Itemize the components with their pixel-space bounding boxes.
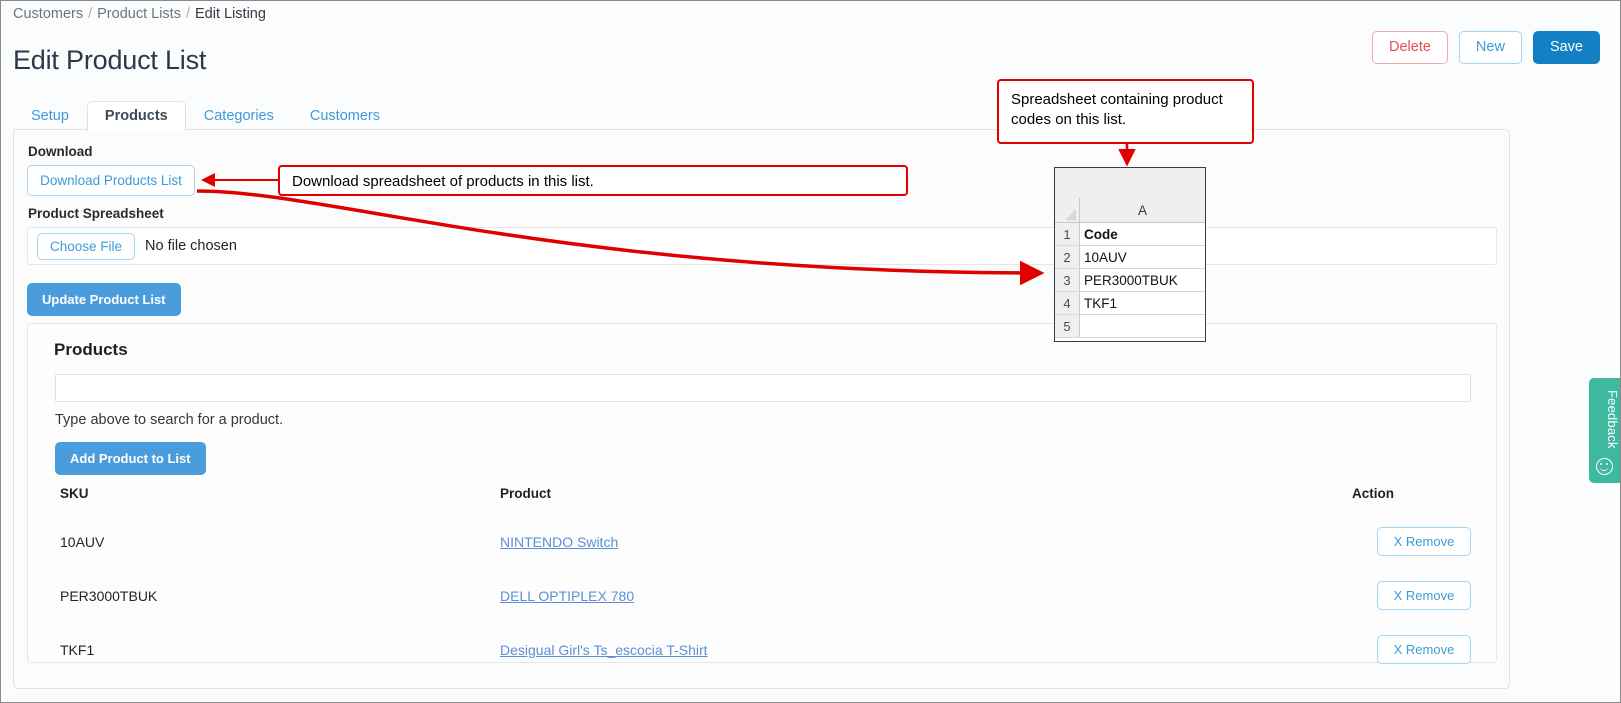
page-title: Edit Product List [13, 45, 206, 76]
column-header-a[interactable]: A [1080, 198, 1205, 222]
row-number[interactable]: 2 [1055, 246, 1080, 268]
spreadsheet-preview: A 1 Code 2 10AUV 3 PER3000TBUK 4 TKF1 5 [1054, 167, 1206, 342]
tab-products[interactable]: Products [87, 101, 186, 131]
breadcrumb: Customers / Product Lists / Edit Listing [13, 6, 266, 22]
new-button[interactable]: New [1459, 31, 1522, 64]
download-section-label: Download [28, 144, 93, 159]
cell-action: X Remove [1325, 515, 1471, 569]
row-number[interactable]: 1 [1055, 223, 1080, 245]
file-upload-field[interactable]: Choose File No file chosen [27, 227, 1497, 265]
breadcrumb-separator: / [186, 6, 190, 22]
tab-customers[interactable]: Customers [292, 101, 398, 131]
smiley-icon [1596, 458, 1613, 475]
table-row: 10AUV NINTENDO Switch X Remove [55, 515, 1471, 569]
breadcrumb-item-edit-listing: Edit Listing [195, 6, 266, 22]
row-number[interactable]: 4 [1055, 292, 1080, 314]
remove-product-button[interactable]: X Remove [1377, 635, 1471, 664]
remove-product-button[interactable]: X Remove [1377, 527, 1471, 556]
feedback-label: Feedback [1589, 385, 1620, 453]
product-spreadsheet-label: Product Spreadsheet [28, 206, 164, 221]
header-actions: Delete New Save [1372, 31, 1600, 64]
cell-product: NINTENDO Switch [495, 515, 1325, 569]
breadcrumb-item-customers[interactable]: Customers [13, 6, 83, 22]
spreadsheet-row: 5 [1055, 315, 1205, 338]
cell-sku: PER3000TBUK [55, 569, 495, 623]
product-link[interactable]: NINTENDO Switch [500, 534, 618, 550]
cell-action: X Remove [1325, 569, 1471, 623]
annotation-callout-spreadsheet: Spreadsheet containing product codes on … [997, 79, 1254, 144]
delete-button[interactable]: Delete [1372, 31, 1448, 64]
product-search-input[interactable] [55, 374, 1471, 402]
application-window: Customers / Product Lists / Edit Listing Edi… [0, 0, 1621, 703]
row-number[interactable]: 3 [1055, 269, 1080, 291]
cell-product: DELL OPTIPLEX 780 [495, 569, 1325, 623]
products-table: SKU Product Action 10AUV NINTENDO Switch… [55, 480, 1471, 677]
tab-setup[interactable]: Setup [13, 101, 87, 131]
tab-categories[interactable]: Categories [186, 101, 292, 131]
file-status-text: No file chosen [145, 238, 237, 254]
spreadsheet-cell[interactable] [1080, 315, 1205, 337]
spreadsheet-column-header-row: A [1055, 198, 1205, 223]
tab-bar: Setup Products Categories Customers [13, 100, 398, 130]
download-products-list-button[interactable]: Download Products List [27, 165, 195, 196]
add-product-to-list-button[interactable]: Add Product to List [55, 442, 206, 475]
table-header-row: SKU Product Action [55, 480, 1471, 515]
products-card: Products Type above to search for a prod… [27, 323, 1497, 663]
product-link[interactable]: Desigual Girl's Ts_escocia T-Shirt [500, 642, 708, 658]
spreadsheet-cell[interactable]: TKF1 [1080, 292, 1205, 314]
spreadsheet-row: 2 10AUV [1055, 246, 1205, 269]
spreadsheet-row: 4 TKF1 [1055, 292, 1205, 315]
select-all-corner-icon[interactable] [1055, 198, 1080, 222]
breadcrumb-item-product-lists[interactable]: Product Lists [97, 6, 181, 22]
products-heading: Products [54, 340, 128, 360]
cell-product: Desigual Girl's Ts_escocia T-Shirt [495, 623, 1325, 677]
row-number[interactable]: 5 [1055, 315, 1080, 337]
column-header-sku: SKU [55, 480, 495, 515]
breadcrumb-separator: / [88, 6, 92, 22]
column-header-product: Product [495, 480, 1325, 515]
remove-product-button[interactable]: X Remove [1377, 581, 1471, 610]
cell-sku: TKF1 [55, 623, 495, 677]
choose-file-button[interactable]: Choose File [37, 233, 135, 260]
spreadsheet-cell[interactable]: 10AUV [1080, 246, 1205, 268]
spreadsheet-row: 3 PER3000TBUK [1055, 269, 1205, 292]
spreadsheet-row: 1 Code [1055, 223, 1205, 246]
product-link[interactable]: DELL OPTIPLEX 780 [500, 588, 634, 604]
cell-action: X Remove [1325, 623, 1471, 677]
products-tab-panel: Download Download Products List Product … [13, 129, 1510, 689]
spreadsheet-cell[interactable]: Code [1080, 223, 1205, 245]
cell-sku: 10AUV [55, 515, 495, 569]
spreadsheet-toolbar [1055, 168, 1205, 198]
annotation-callout-download: Download spreadsheet of products in this… [278, 165, 908, 196]
save-button[interactable]: Save [1533, 31, 1600, 64]
column-header-action: Action [1325, 480, 1471, 515]
update-product-list-button[interactable]: Update Product List [27, 283, 181, 316]
feedback-tab[interactable]: Feedback [1589, 378, 1620, 483]
product-search-hint: Type above to search for a product. [55, 412, 283, 428]
table-row: TKF1 Desigual Girl's Ts_escocia T-Shirt … [55, 623, 1471, 677]
spreadsheet-cell[interactable]: PER3000TBUK [1080, 269, 1205, 291]
table-row: PER3000TBUK DELL OPTIPLEX 780 X Remove [55, 569, 1471, 623]
